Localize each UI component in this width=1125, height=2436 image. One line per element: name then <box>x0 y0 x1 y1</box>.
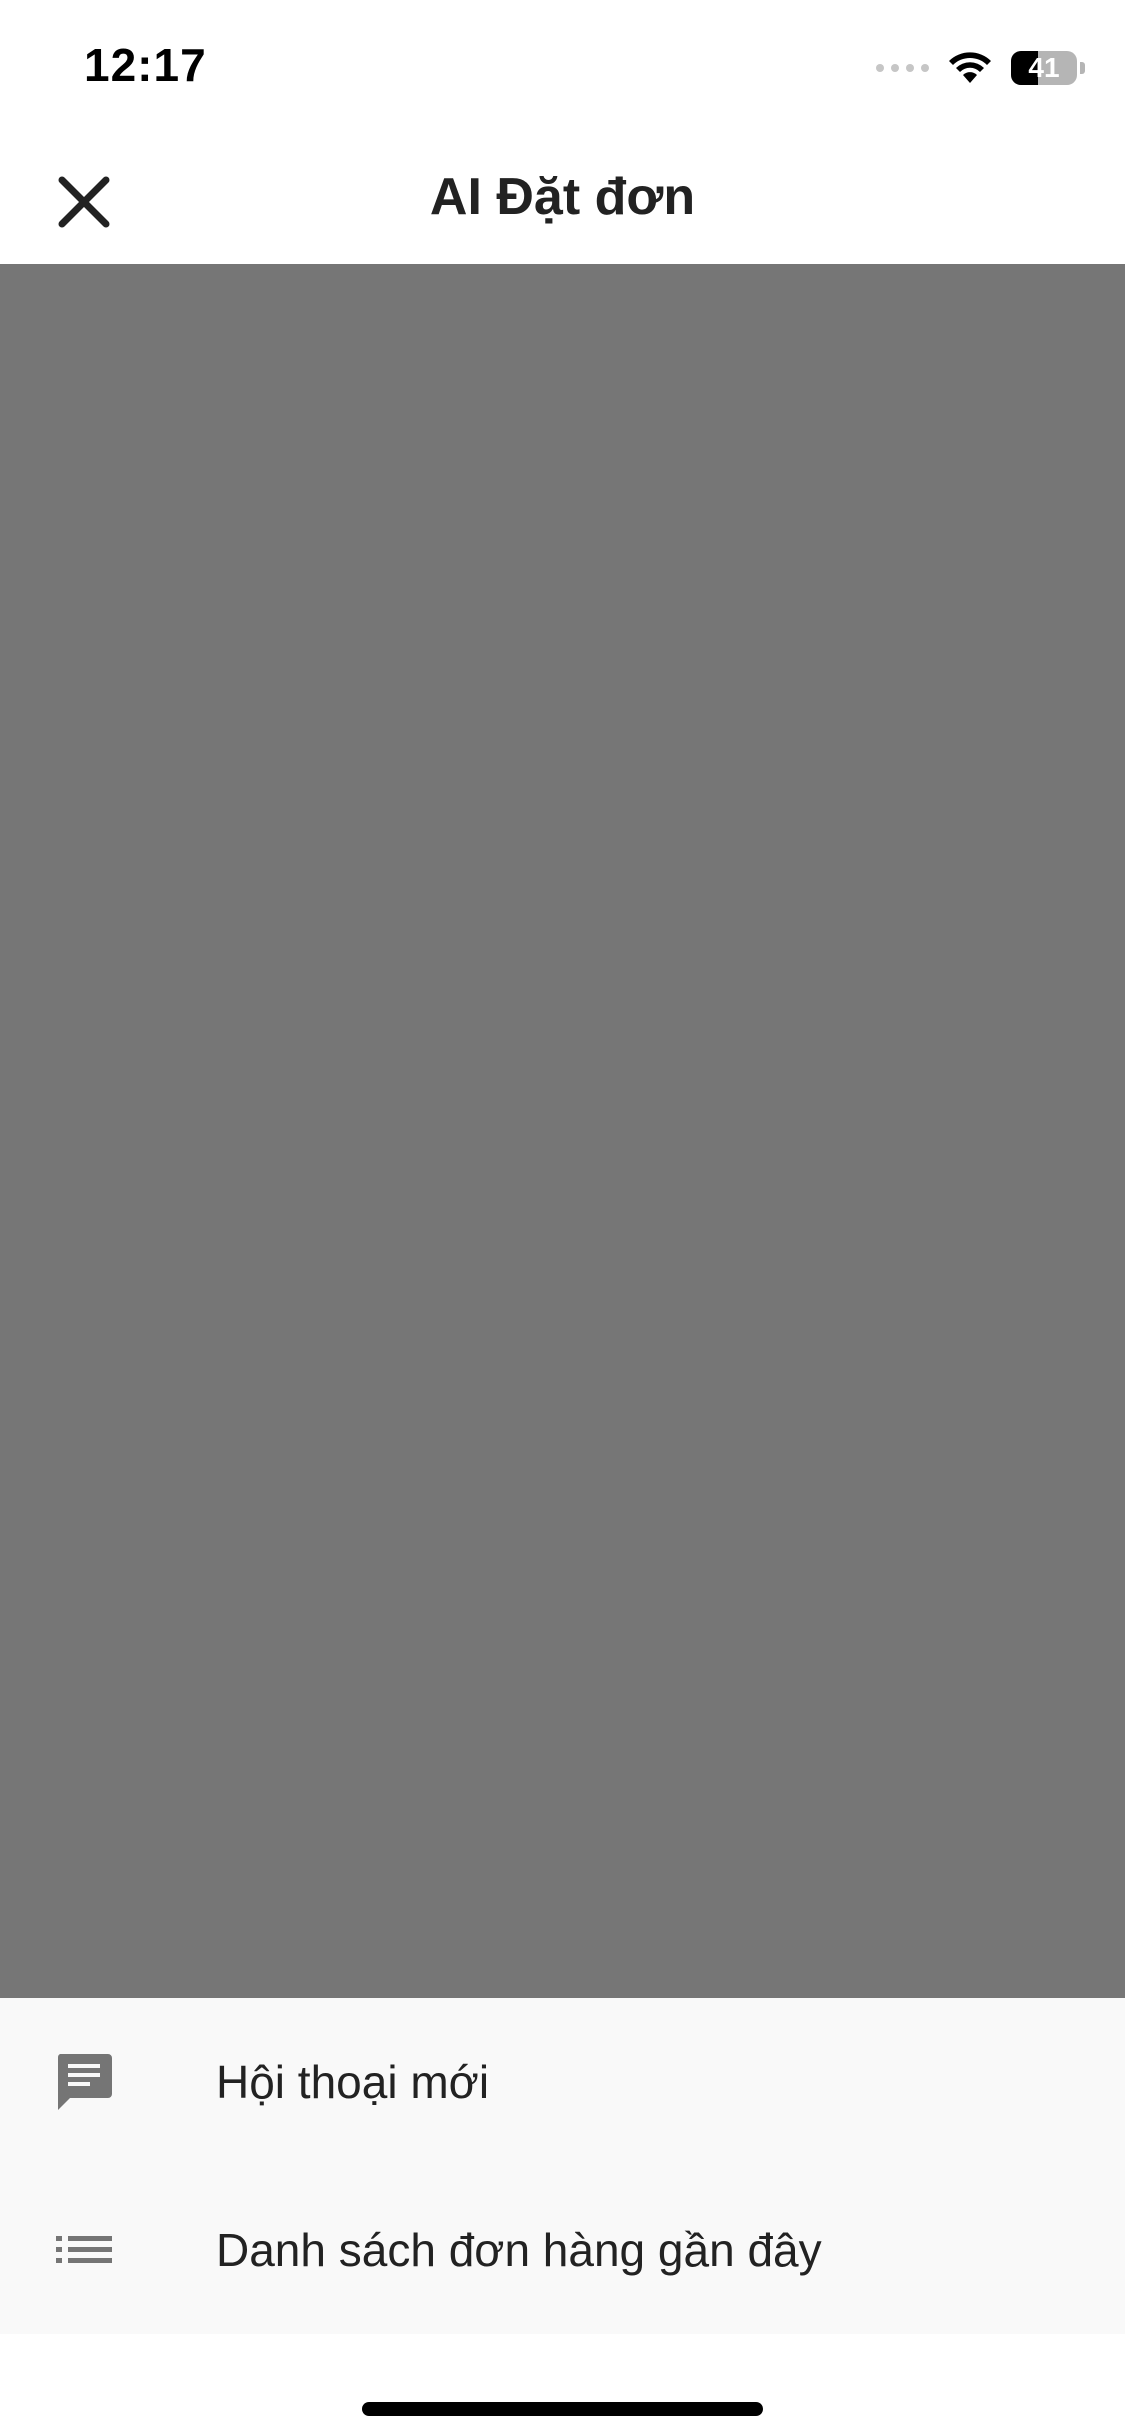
home-area <box>0 2334 1125 2436</box>
page-title: AI Đặt đơn <box>429 168 696 226</box>
battery-level: 41 <box>1028 52 1060 83</box>
status-time: 12:17 <box>84 39 207 91</box>
status-bar: 12:17 41 <box>0 0 1125 132</box>
screen: 12:17 41 AI Đặt đơn Hội thoại mới Danh s… <box>0 0 1125 2436</box>
new-conversation-label: Hội thoại mới <box>216 2056 490 2108</box>
list-icon <box>52 2218 116 2282</box>
status-icons: 41 <box>876 48 1085 88</box>
chat-icon <box>52 2050 116 2114</box>
battery-icon: 41 <box>1011 51 1085 85</box>
recent-orders-item[interactable]: Danh sách đơn hàng gần đây <box>0 2166 1125 2334</box>
bottom-sheet: Hội thoại mới Danh sách đơn hàng gần đây <box>0 1998 1125 2334</box>
wifi-icon <box>949 52 991 83</box>
new-conversation-item[interactable]: Hội thoại mới <box>0 1998 1125 2166</box>
navigation-header: AI Đặt đơn <box>0 132 1125 264</box>
signal-icon <box>876 64 929 72</box>
recent-orders-label: Danh sách đơn hàng gần đây <box>216 2224 822 2276</box>
home-indicator[interactable] <box>362 2402 763 2416</box>
dim-overlay[interactable] <box>0 264 1125 1998</box>
